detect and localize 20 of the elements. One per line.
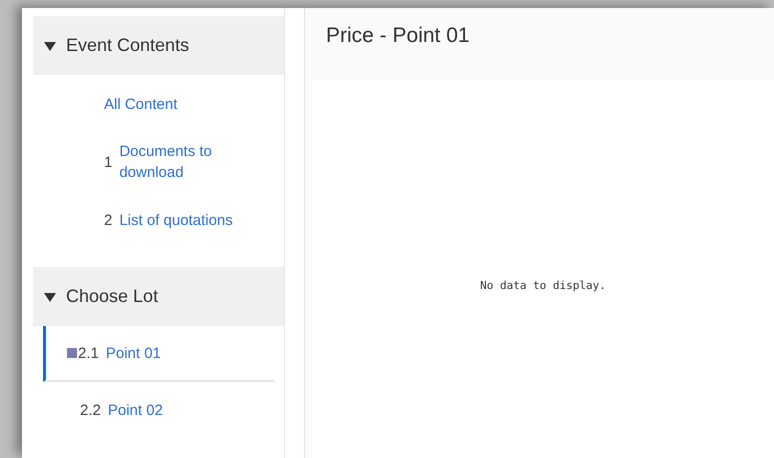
nav-item[interactable]: 2.1 Point 01 [43,326,274,382]
item-link[interactable]: Point 01 [106,342,161,364]
nav-item[interactable]: 2 List of quotations [33,191,274,249]
empty-message: No data to display. [480,279,606,293]
item-number: 2 [104,212,112,228]
item-link[interactable]: Point 02 [108,400,163,420]
item-number: 1 [104,154,112,170]
nav-item[interactable]: All Content [33,75,274,133]
page-title: Price - Point 01 [325,23,471,49]
item-number: 2.1 [78,344,99,362]
item-link[interactable]: All Content [104,94,178,114]
item-link[interactable]: List of quotations [119,210,233,230]
item-number: 2.2 [80,402,101,418]
section-header[interactable]: Choose Lot [33,267,284,326]
section-title: Event Contents [66,35,190,56]
section-header[interactable]: Event Contents [33,16,284,75]
section-title: Choose Lot [66,286,158,307]
item-link[interactable]: Documents to download [119,141,274,183]
marker-icon [67,348,77,358]
nav-item[interactable]: 2.2 Point 02 [43,382,274,438]
